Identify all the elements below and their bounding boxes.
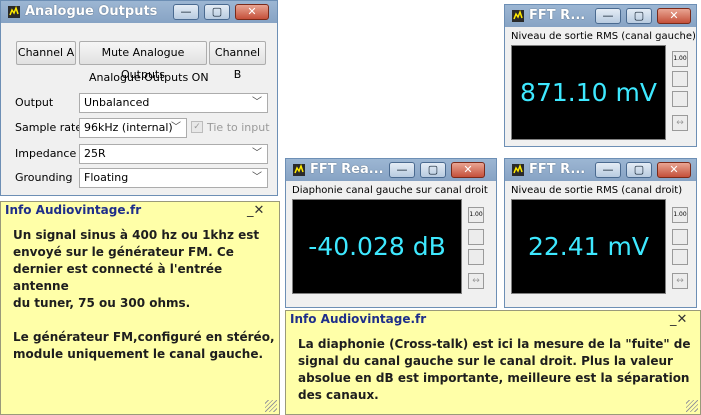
app-icon bbox=[512, 9, 524, 22]
channel-a-button[interactable]: Channel A bbox=[16, 41, 76, 65]
close-button[interactable]: ✕ bbox=[235, 4, 269, 20]
minimize-icon: — bbox=[180, 5, 192, 18]
probe-icon[interactable] bbox=[468, 229, 484, 245]
tie-to-input-label: Tie to input bbox=[207, 121, 270, 134]
note-body: La diaphonie (Cross-talk) est ici la mes… bbox=[298, 337, 691, 402]
minimize-button[interactable]: — bbox=[173, 4, 199, 20]
mute-analogue-outputs-button[interactable]: Mute Analogue Outputs bbox=[79, 41, 207, 81]
window-title: FFT R... bbox=[529, 162, 586, 177]
output-label: Output bbox=[15, 96, 54, 109]
meter-caption: Niveau de sortie RMS (canal droit) bbox=[511, 185, 683, 196]
meter-caption: Niveau de sortie RMS (canal gauche) bbox=[511, 31, 696, 42]
minimize-icon: — bbox=[602, 9, 614, 22]
close-icon: ✕ bbox=[247, 5, 257, 18]
channel-b-button[interactable]: Channel B bbox=[209, 41, 266, 81]
note-title: Info Audiovintage.fr bbox=[5, 203, 142, 217]
window-title: Analogue Outputs bbox=[25, 4, 158, 19]
chevron-down-icon: ﹀ bbox=[252, 97, 262, 108]
info-note-right: Info Audiovintage.fr _✕ La diaphonie (Cr… bbox=[285, 310, 701, 415]
close-icon: ✕ bbox=[463, 163, 473, 176]
chevron-down-icon: ﹀ bbox=[171, 122, 181, 133]
close-button[interactable]: ✕ bbox=[451, 162, 485, 178]
chevron-down-icon: ﹀ bbox=[252, 148, 262, 159]
maximize-icon: ▢ bbox=[633, 9, 645, 22]
chevron-down-icon: ﹀ bbox=[252, 172, 262, 183]
maximize-icon: ▢ bbox=[427, 163, 439, 176]
window-title: FFT Rea... bbox=[310, 162, 384, 177]
grid-edit-icon[interactable] bbox=[672, 91, 688, 107]
meter-display: -40.028 dB bbox=[292, 199, 462, 294]
title-bar[interactable]: FFT R... — ▢ ✕ bbox=[505, 159, 696, 181]
close-icon: ✕ bbox=[669, 163, 679, 176]
impedance-select[interactable]: 25R ﹀ bbox=[79, 144, 268, 164]
minimize-icon: — bbox=[602, 163, 614, 176]
meter-value: 871.10 mV bbox=[520, 78, 657, 107]
minimize-icon: — bbox=[396, 163, 408, 176]
maximize-icon: ▢ bbox=[633, 163, 645, 176]
grid-edit-icon[interactable] bbox=[468, 249, 484, 265]
grid-edit-icon[interactable] bbox=[672, 249, 688, 265]
window-title: FFT R... bbox=[529, 8, 586, 23]
title-bar[interactable]: FFT Rea... — ▢ ✕ bbox=[286, 159, 496, 181]
note-close-icon[interactable]: _✕ bbox=[247, 203, 264, 218]
probe-icon[interactable] bbox=[672, 71, 688, 87]
meter-display: 871.10 mV bbox=[511, 45, 666, 140]
analogue-outputs-window: Analogue Outputs — ▢ ✕ Channel A Mute An… bbox=[0, 0, 278, 196]
minimize-button[interactable]: — bbox=[595, 8, 621, 24]
sample-rate-label: Sample rate bbox=[15, 121, 83, 134]
maximize-button[interactable]: ▢ bbox=[626, 162, 652, 178]
note-close-icon[interactable]: _✕ bbox=[670, 312, 687, 327]
minimize-button[interactable]: — bbox=[595, 162, 621, 178]
meter-value: 22.41 mV bbox=[528, 232, 649, 261]
scale-button[interactable]: 1.00 bbox=[468, 207, 484, 223]
arrows-icon[interactable]: ↔ bbox=[468, 273, 484, 289]
close-icon: ✕ bbox=[669, 9, 679, 22]
sample-rate-select[interactable]: 96kHz (internal) ﹀ bbox=[79, 118, 187, 138]
maximize-button[interactable]: ▢ bbox=[420, 162, 446, 178]
grounding-label: Grounding bbox=[15, 171, 73, 184]
minimize-button[interactable]: — bbox=[389, 162, 415, 178]
meter-display: 22.41 mV bbox=[511, 199, 666, 294]
fft-right-level-window: FFT R... — ▢ ✕ Niveau de sortie RMS (can… bbox=[504, 158, 697, 308]
meter-value: -40.028 dB bbox=[308, 232, 446, 261]
resize-grip[interactable] bbox=[686, 400, 698, 412]
output-value: Unbalanced bbox=[84, 96, 150, 109]
tie-to-input-checkbox[interactable]: ✓ bbox=[191, 121, 203, 133]
close-button[interactable]: ✕ bbox=[657, 162, 691, 178]
title-bar[interactable]: Analogue Outputs — ▢ ✕ bbox=[1, 1, 277, 23]
fft-left-level-window: FFT R... — ▢ ✕ Niveau de sortie RMS (can… bbox=[504, 4, 697, 147]
impedance-value: 25R bbox=[84, 147, 106, 160]
info-note-left: Info Audiovintage.fr _✕ Un signal sinus … bbox=[0, 201, 280, 415]
fft-crosstalk-window: FFT Rea... — ▢ ✕ Diaphonie canal gauche … bbox=[285, 158, 497, 308]
grounding-value: Floating bbox=[84, 171, 129, 184]
app-icon bbox=[293, 163, 305, 176]
close-button[interactable]: ✕ bbox=[657, 8, 691, 24]
maximize-button[interactable]: ▢ bbox=[204, 4, 230, 20]
arrows-icon[interactable]: ↔ bbox=[672, 115, 688, 131]
resize-grip[interactable] bbox=[265, 400, 277, 412]
outputs-status: Analogue Outputs ON bbox=[89, 71, 209, 84]
grounding-select[interactable]: Floating ﹀ bbox=[79, 168, 268, 188]
output-select[interactable]: Unbalanced ﹀ bbox=[79, 93, 268, 113]
impedance-label: Impedance bbox=[15, 147, 77, 160]
app-icon bbox=[8, 5, 20, 18]
scale-button[interactable]: 1.00 bbox=[672, 207, 688, 223]
note-body: Un signal sinus à 400 hz ou 1khz est env… bbox=[13, 228, 275, 361]
maximize-button[interactable]: ▢ bbox=[626, 8, 652, 24]
scale-button[interactable]: 1.00 bbox=[672, 51, 688, 67]
sample-rate-value: 96kHz (internal) bbox=[84, 121, 173, 134]
meter-caption: Diaphonie canal gauche sur canal droit bbox=[292, 185, 488, 196]
arrows-icon[interactable]: ↔ bbox=[672, 273, 688, 289]
maximize-icon: ▢ bbox=[211, 5, 223, 18]
app-icon bbox=[512, 163, 524, 176]
probe-icon[interactable] bbox=[672, 229, 688, 245]
note-title: Info Audiovintage.fr bbox=[290, 312, 427, 326]
title-bar[interactable]: FFT R... — ▢ ✕ bbox=[505, 5, 696, 27]
